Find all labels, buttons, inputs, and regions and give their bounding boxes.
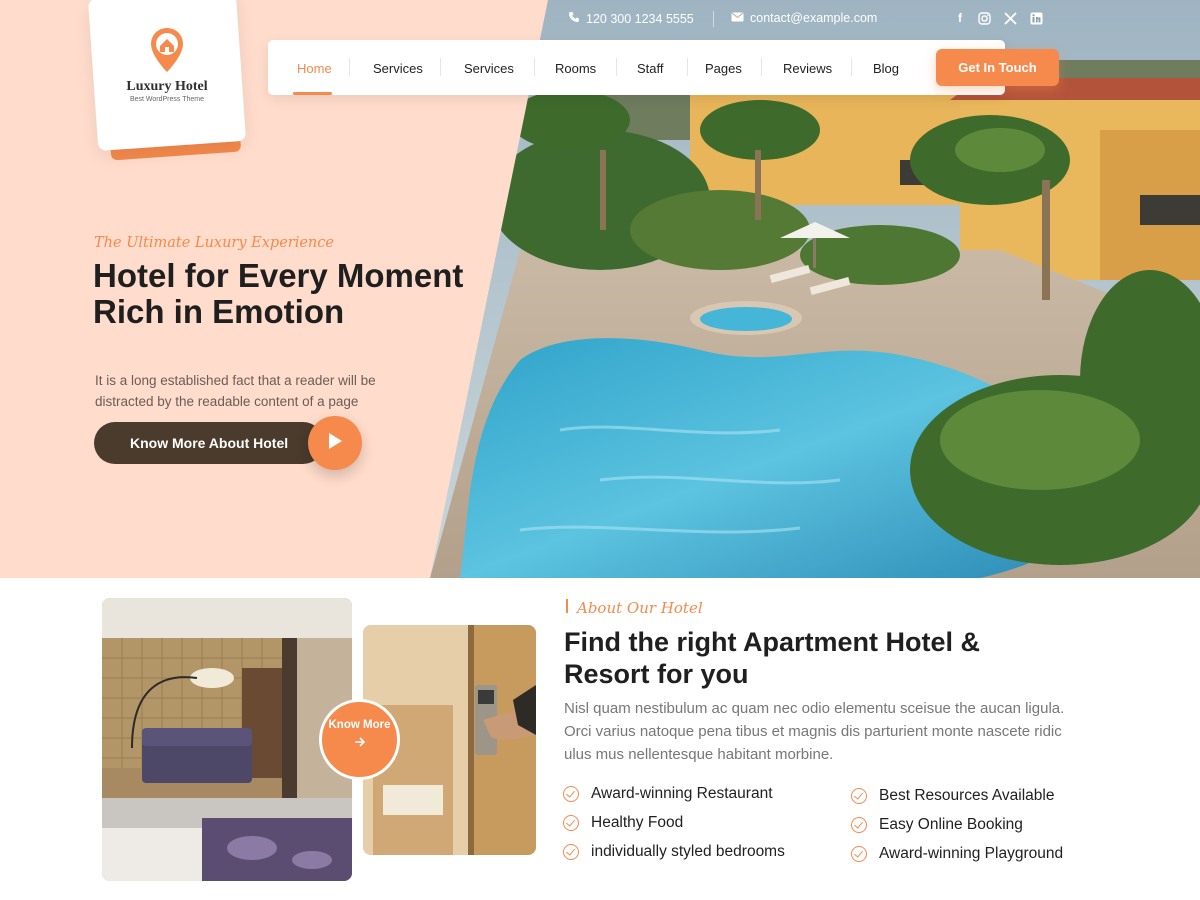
check-circle-icon [563, 844, 579, 860]
know-more-about-hotel-button[interactable]: Know More About Hotel [94, 422, 324, 464]
feature-item: individually styled bedrooms [563, 843, 785, 861]
nav-divider [851, 58, 852, 76]
hero-description: It is a long established fact that a rea… [95, 373, 376, 409]
instagram-icon[interactable] [977, 11, 991, 25]
facebook-icon[interactable]: f [953, 11, 967, 25]
check-circle-icon [563, 815, 579, 831]
nav-item-reviews[interactable]: Reviews [783, 61, 832, 76]
location-pin-icon [149, 26, 185, 79]
email-address: contact@example.com [750, 11, 878, 25]
play-icon [327, 432, 343, 455]
feature-label: Award-winning Restaurant [591, 785, 773, 802]
get-in-touch-button[interactable]: Get In Touch [936, 49, 1059, 86]
nav-divider [534, 58, 535, 76]
phone-number: 120 300 1234 5555 [586, 11, 694, 26]
feature-label: Healthy Food [591, 814, 684, 831]
nav-item-home[interactable]: Home [297, 61, 332, 76]
know-more-button[interactable]: Know More [319, 699, 400, 780]
eyebrow-accent-bar [566, 599, 568, 613]
feature-item: Award-winning Restaurant [563, 785, 773, 803]
x-icon[interactable] [1003, 11, 1017, 25]
know-more-label: Know More [328, 719, 391, 731]
feature-label: Best Resources Available [879, 787, 1055, 804]
linkedin-icon[interactable] [1029, 11, 1043, 25]
email-contact[interactable]: contact@example.com [731, 11, 877, 25]
feature-item: Award-winning Playground [851, 845, 1063, 863]
feature-item: Easy Online Booking [851, 816, 1023, 834]
about-title: Find the right Apartment Hotel & Resort … [564, 627, 980, 689]
phone-contact[interactable]: 120 300 1234 5555 [568, 11, 694, 26]
feature-item: Best Resources Available [851, 787, 1054, 805]
arrow-right-icon [322, 736, 397, 749]
nav-divider [761, 58, 762, 76]
feature-item: Healthy Food [563, 814, 683, 832]
feature-label: Award-winning Playground [879, 845, 1064, 862]
nav-item-staff[interactable]: Staff [637, 61, 664, 76]
nav-item-blog[interactable]: Blog [873, 61, 899, 76]
nav-divider [440, 58, 441, 76]
check-circle-icon [851, 788, 867, 804]
hotel-room-photo [102, 598, 352, 881]
brand-tagline: Best WordPress Theme [129, 96, 205, 103]
phone-icon [568, 11, 580, 26]
logo[interactable]: Luxury Hotel Best WordPress Theme [93, 0, 241, 140]
brand-name: Luxury Hotel [126, 79, 208, 94]
topbar-divider [713, 11, 714, 27]
hero-eyebrow: The Ultimate Luxury Experience [94, 235, 334, 251]
mail-icon [731, 11, 744, 25]
about-description: Nisl quam nestibulum ac quam nec odio el… [564, 700, 1065, 763]
nav-active-indicator [293, 92, 332, 95]
nav-item-services[interactable]: Services [373, 61, 423, 76]
feature-label: Easy Online Booking [879, 816, 1023, 833]
check-circle-icon [851, 846, 867, 862]
check-circle-icon [563, 786, 579, 802]
nav-item-pages[interactable]: Pages [705, 61, 742, 76]
about-eyebrow: About Our Hotel [577, 599, 703, 617]
hero-title: Hotel for Every Moment Rich in Emotion [93, 257, 464, 330]
nav-divider [687, 58, 688, 76]
play-button[interactable] [308, 416, 362, 470]
nav-item-rooms[interactable]: Rooms [555, 61, 596, 76]
nav-divider [616, 58, 617, 76]
feature-label: individually styled bedrooms [591, 843, 785, 860]
nav-item-services-2[interactable]: Services [464, 61, 514, 76]
nav-divider [349, 58, 350, 76]
check-circle-icon [851, 817, 867, 833]
